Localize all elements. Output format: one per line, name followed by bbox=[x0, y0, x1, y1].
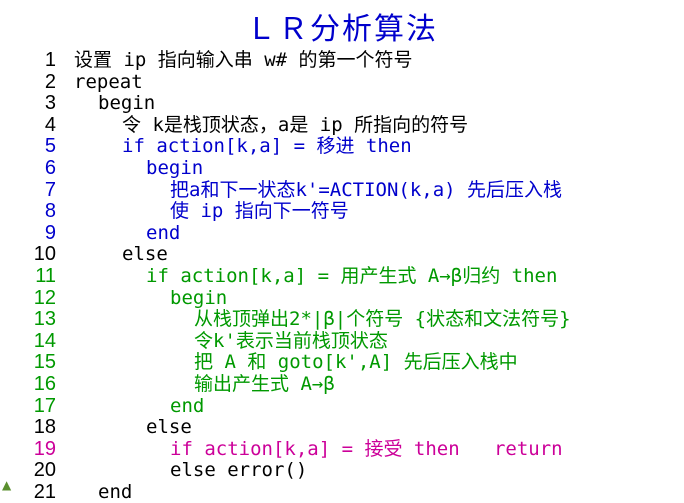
code-line: 20 else error() bbox=[0, 460, 684, 482]
code-line: 11 if action[k,a] = 用产生式 A→β归约 then bbox=[0, 264, 684, 288]
line-number: 13 bbox=[33, 308, 56, 331]
code-line: 6 begin bbox=[0, 156, 684, 180]
line-number: 7 bbox=[44, 178, 56, 201]
code-line: 4 令 k是栈顶状态，a是 ip 所指向的符号 bbox=[0, 113, 684, 137]
code-line: 12 begin bbox=[0, 286, 684, 310]
code-line: 10 else bbox=[0, 244, 684, 266]
line-number: 16 bbox=[33, 372, 56, 395]
code-text: else bbox=[146, 416, 192, 439]
code-text: if action[k,a] = 接受 then return bbox=[170, 437, 563, 460]
line-number: 1 bbox=[44, 49, 56, 71]
code-text: 输出产生式 A→β bbox=[194, 372, 335, 395]
line-number: 21 bbox=[33, 480, 56, 503]
code-line: 21 end bbox=[0, 480, 684, 503]
code-line: 5 if action[k,a] = 移进 then bbox=[0, 136, 684, 158]
code-text: 使 ip 指向下一符号 bbox=[170, 200, 349, 223]
line-number: 15 bbox=[33, 351, 56, 374]
line-number: 18 bbox=[33, 416, 56, 439]
code-text: 从栈顶弹出2*|β|个符号 {状态和文法符号} bbox=[194, 308, 571, 331]
line-number: 14 bbox=[33, 329, 56, 352]
line-number: 5 bbox=[44, 135, 56, 158]
code-line: 8 使 ip 指向下一符号 bbox=[0, 201, 684, 223]
code-text: begin bbox=[98, 92, 156, 115]
code-text: if action[k,a] = 用产生式 A→β归约 then bbox=[146, 264, 558, 287]
code-text: 令k'表示当前栈顶状态 bbox=[194, 329, 388, 352]
line-number: 20 bbox=[33, 459, 56, 482]
code-line: 7 把a和下一状态k'=ACTION(k,a) 先后压入栈 bbox=[0, 178, 684, 202]
line-number: 8 bbox=[44, 200, 56, 223]
code-line: 14 令k'表示当前栈顶状态 bbox=[0, 329, 684, 353]
page-title: ＬＲ分析算法 bbox=[246, 12, 438, 47]
code-text: 设置 ip 指向输入串 w# 的第一个符号 bbox=[74, 49, 413, 71]
code-line: 19 if action[k,a] = 接受 then return bbox=[0, 437, 684, 461]
line-number: 4 bbox=[44, 113, 56, 136]
code-text: begin bbox=[170, 286, 228, 309]
line-number: 12 bbox=[33, 286, 56, 309]
code-text: end bbox=[146, 221, 181, 244]
line-number: 3 bbox=[44, 92, 56, 115]
code-line: 13 从栈顶弹出2*|β|个符号 {状态和文法符号} bbox=[0, 309, 684, 331]
code-line: 2 repeat bbox=[0, 70, 684, 94]
code-text: begin bbox=[146, 156, 204, 179]
code-text: 把a和下一状态k'=ACTION(k,a) 先后压入栈 bbox=[170, 178, 563, 201]
code-line: 16 输出产生式 A→β bbox=[0, 372, 684, 396]
code-text: 把 A 和 goto[k',A] 先后压入栈中 bbox=[194, 351, 518, 374]
code-text: if action[k,a] = 移进 then bbox=[122, 135, 412, 158]
code-text: end bbox=[98, 480, 133, 503]
line-number: 11 bbox=[35, 264, 56, 287]
line-number: 10 bbox=[33, 243, 56, 266]
code-text: 令 k是栈顶状态，a是 ip 所指向的符号 bbox=[122, 113, 469, 136]
line-number: 19 bbox=[33, 437, 56, 460]
code-text: else error() bbox=[170, 459, 308, 482]
line-number: 9 bbox=[44, 221, 56, 244]
code-text: end bbox=[170, 394, 205, 417]
code-line: 1 设置 ip 指向输入串 w# 的第一个符号 bbox=[0, 49, 684, 72]
code-line: 3 begin bbox=[0, 93, 684, 115]
code-line: 15 把 A 和 goto[k',A] 先后压入栈中 bbox=[0, 352, 684, 374]
code-line: 18 else bbox=[0, 416, 684, 439]
line-number: 17 bbox=[33, 394, 56, 417]
line-number: 6 bbox=[44, 156, 56, 179]
code-line: 17 end bbox=[0, 394, 684, 418]
line-number: 2 bbox=[44, 70, 56, 93]
code-line: 9 end bbox=[0, 221, 684, 245]
corner-mark-icon: ▲ bbox=[2, 478, 12, 492]
code-text: repeat bbox=[74, 70, 143, 93]
code-text: else bbox=[122, 243, 168, 266]
code-listing: 1 设置 ip 指向输入串 w# 的第一个符号 2 repeat 3 begin 4 令 k是… bbox=[0, 49, 684, 503]
